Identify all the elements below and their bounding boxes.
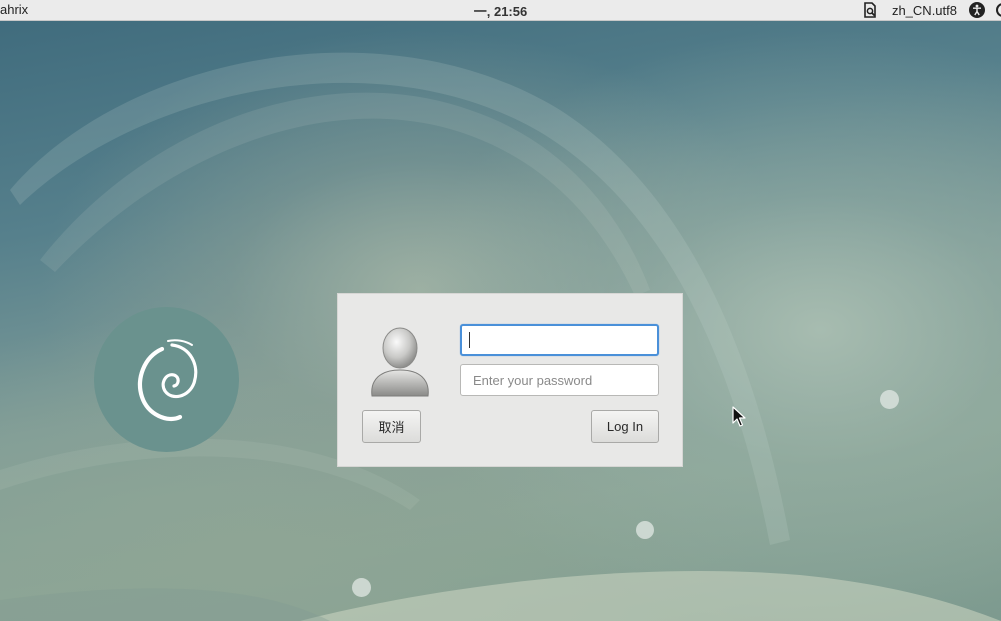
mouse-pointer-icon	[732, 406, 746, 427]
wallpaper-dot	[636, 521, 654, 539]
locale-indicator[interactable]: zh_CN.utf8	[892, 3, 957, 18]
power-icon[interactable]	[995, 2, 1001, 18]
wallpaper-dot	[880, 390, 899, 409]
password-input[interactable]	[460, 364, 659, 396]
log-in-button[interactable]: Log In	[591, 410, 659, 443]
login-dialog: 取消 Log In	[337, 293, 683, 467]
accessibility-icon[interactable]	[969, 2, 985, 18]
cancel-button[interactable]: 取消	[362, 410, 421, 443]
user-avatar-icon	[371, 327, 429, 397]
debian-logo	[94, 307, 239, 452]
username-input[interactable]	[460, 324, 659, 356]
debian-swirl-icon	[137, 338, 197, 421]
top-panel: ahrix 一, 21:56 zh_CN.utf8	[0, 0, 1001, 21]
clock[interactable]: 一, 21:56	[0, 1, 1001, 20]
wallpaper-dot	[352, 578, 371, 597]
login-screen: ahrix 一, 21:56 zh_CN.utf8 取消 Log In	[0, 0, 1001, 621]
top-panel-status-area: zh_CN.utf8	[862, 0, 1001, 20]
document-search-icon[interactable]	[862, 2, 878, 18]
text-caret	[469, 332, 470, 348]
